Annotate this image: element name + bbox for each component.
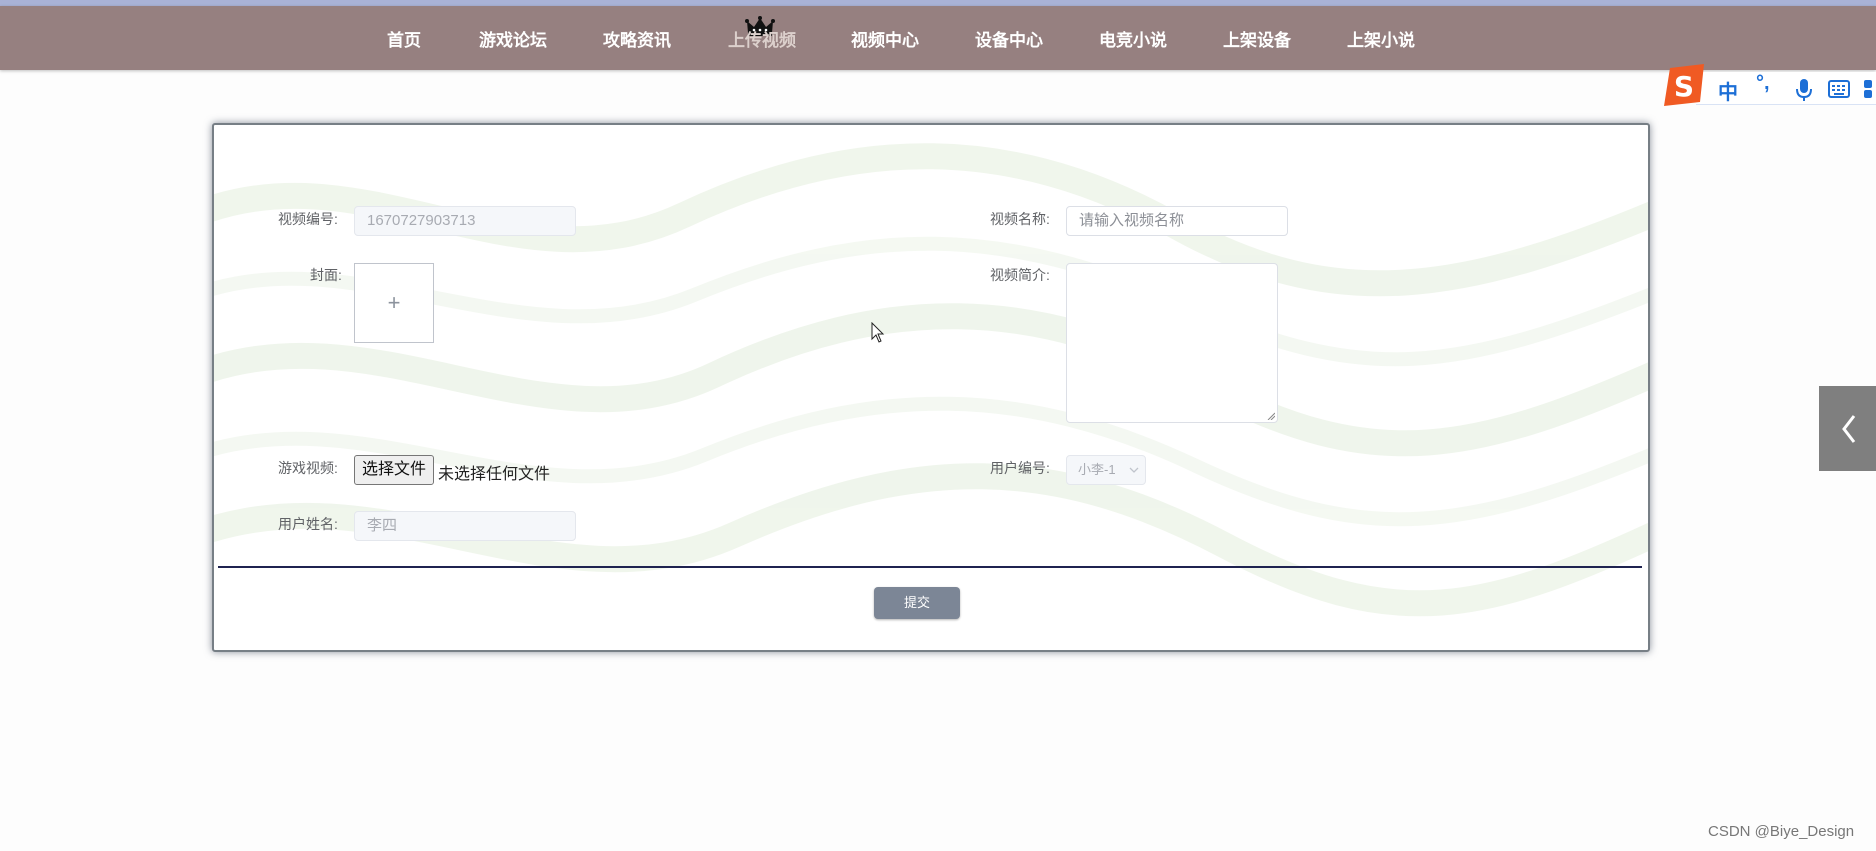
user-id-select: 小李-1 <box>1066 455 1146 485</box>
upload-video-form-card: 视频编号: 1670727903713 视频名称: 请输入视频名称 封面: + … <box>212 123 1650 652</box>
cover-label: 封面: <box>310 267 342 283</box>
ime-toolbar: S 中 °, <box>1660 62 1876 110</box>
video-name-label: 视频名称: <box>990 211 1050 227</box>
wave-background-pattern <box>214 143 1648 617</box>
sogou-s-icon[interactable]: S <box>1660 62 1708 110</box>
nav-item-home[interactable]: 首页 <box>387 6 421 70</box>
form-divider <box>218 566 1642 568</box>
mouse-cursor-icon <box>871 322 885 343</box>
ime-more-icon[interactable] <box>1864 80 1876 98</box>
video-intro-label: 视频简介: <box>990 267 1050 283</box>
keyboard-icon[interactable] <box>1828 80 1850 98</box>
plus-icon: + <box>387 290 401 315</box>
video-id-input: 1670727903713 <box>354 206 576 236</box>
chevron-down-icon <box>1129 467 1139 473</box>
nav-item-guides-news[interactable]: 攻略资讯 <box>603 6 671 70</box>
side-panel-toggle[interactable] <box>1819 386 1876 471</box>
video-id-label: 视频编号: <box>278 211 338 227</box>
nav-item-game-forum[interactable]: 游戏论坛 <box>479 6 547 70</box>
nav-item-list-novel[interactable]: 上架小说 <box>1347 6 1415 70</box>
resize-handle-icon[interactable] <box>1267 412 1275 420</box>
submit-button[interactable]: 提交 <box>874 587 960 619</box>
top-navbar: 首页 游戏论坛 攻略资讯 上传视频 视频中心 设备中心 电竞小说 上架设备 上架… <box>0 6 1876 70</box>
nav-item-device-center[interactable]: 设备中心 <box>975 6 1043 70</box>
user-name-input: 李四 <box>354 511 576 541</box>
ime-punctuation-toggle[interactable]: °, <box>1756 72 1770 95</box>
watermark-text: CSDN @Biye_Design <box>1708 823 1855 840</box>
cover-upload-box[interactable]: + <box>354 263 434 343</box>
nav-item-upload-video[interactable]: 上传视频 <box>728 6 796 70</box>
user-id-select-value: 小李-1 <box>1078 462 1116 477</box>
choose-file-button[interactable]: 选择文件 <box>354 455 435 485</box>
file-status-text: 未选择任何文件 <box>438 466 551 483</box>
user-name-label: 用户姓名: <box>278 516 338 532</box>
nav-item-esports-novels[interactable]: 电竞小说 <box>1099 6 1167 70</box>
ime-language-toggle[interactable]: 中 <box>1718 76 1738 105</box>
game-video-label: 游戏视频: <box>278 460 338 476</box>
chevron-left-icon <box>1842 415 1856 443</box>
user-id-label: 用户编号: <box>990 460 1050 476</box>
nav-item-video-center[interactable]: 视频中心 <box>851 6 919 70</box>
svg-text:S: S <box>1674 70 1694 103</box>
microphone-icon[interactable] <box>1796 78 1812 102</box>
nav-item-list-device[interactable]: 上架设备 <box>1223 6 1291 70</box>
video-intro-textarea[interactable] <box>1066 263 1278 423</box>
video-name-input[interactable]: 请输入视频名称 <box>1066 206 1288 236</box>
